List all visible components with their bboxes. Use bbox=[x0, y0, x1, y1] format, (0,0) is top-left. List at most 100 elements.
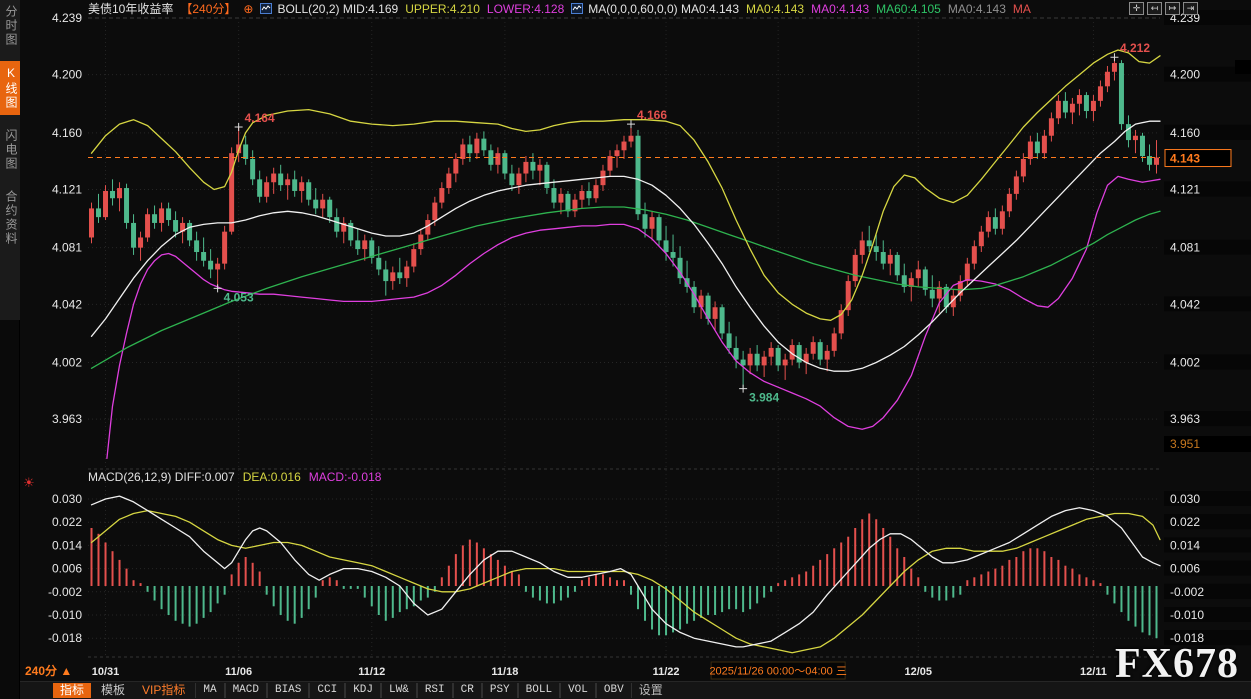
macd-tick-left: -0.002 bbox=[48, 585, 82, 599]
toolbar-item-boll[interactable]: BOLL bbox=[518, 683, 560, 698]
annotations: 4.164 4.053 4.166 3.984 4.212 bbox=[214, 41, 1151, 404]
period-label: 240分 ▲ bbox=[25, 663, 72, 678]
y-tick-right: 4.121 bbox=[1170, 183, 1200, 197]
x-tick-10/31: 10/31 bbox=[92, 666, 120, 678]
y-tick-left: 4.121 bbox=[52, 183, 82, 197]
macd-tick-right: 0.022 bbox=[1170, 515, 1200, 529]
chart-area: 4.2394.2394.2004.2004.1604.1604.1214.121… bbox=[20, 0, 1251, 699]
toolbar-item-macd[interactable]: MACD bbox=[225, 683, 267, 698]
header-seg-6: LOWER:4.128 bbox=[487, 2, 564, 16]
y-tick-left: 4.160 bbox=[52, 126, 82, 140]
macd-tick-left: 0.022 bbox=[52, 515, 82, 529]
header-seg-5: UPPER:4.210 bbox=[405, 2, 480, 16]
y-tick-right: 4.160 bbox=[1170, 126, 1200, 140]
scroll-right-icon[interactable]: ↦ bbox=[1165, 2, 1180, 15]
sidebar-tabs: 分时图 K线图闪电图合约资料 bbox=[0, 0, 20, 320]
toolbar-item-settings[interactable]: 设置 bbox=[632, 683, 670, 698]
header-seg-1: DEA:0.016 bbox=[243, 470, 301, 484]
scroll-left-icon[interactable]: ↤ bbox=[1147, 2, 1162, 15]
toolbar-item-obv[interactable]: OBV bbox=[596, 683, 632, 698]
toolbar-item-cr[interactable]: CR bbox=[453, 683, 482, 698]
header-seg-0: MACD(26,12,9) DIFF:0.007 bbox=[88, 470, 235, 484]
kline-chart-canvas[interactable]: 4.2394.2394.2004.2004.1604.1604.1214.121… bbox=[20, 0, 1251, 680]
toolbar-item-lwr[interactable]: LW& bbox=[381, 683, 417, 698]
go-latest-icon[interactable]: ⇥ bbox=[1183, 2, 1198, 15]
toolbar-item-kdj[interactable]: KDJ bbox=[345, 683, 381, 698]
header-seg-1: 【240分】 bbox=[180, 2, 236, 16]
pan-icon[interactable]: ✛ bbox=[1129, 2, 1144, 15]
x-tick-11/12: 11/12 bbox=[358, 666, 385, 678]
macd-tick-right: 0.014 bbox=[1170, 538, 1200, 552]
header-seg-2: MACD:-0.018 bbox=[309, 470, 382, 484]
boll-mid-line bbox=[92, 121, 1161, 371]
header-seg-9: MA0:4.143 bbox=[746, 2, 804, 16]
macd-tick-right: 0.006 bbox=[1170, 562, 1200, 576]
macd-tick-right: -0.010 bbox=[1170, 608, 1204, 622]
header-seg-12: MA0:4.143 bbox=[948, 2, 1006, 16]
toolbar-item-vol[interactable]: VOL bbox=[560, 683, 596, 698]
annotation-3.984: 3.984 bbox=[749, 391, 779, 405]
y-tick-right: 4.081 bbox=[1170, 241, 1200, 255]
annotation-4.212: 4.212 bbox=[1120, 41, 1150, 55]
x-tick-11/18: 11/18 bbox=[491, 666, 518, 678]
header-seg-0: 美债10年收益率 bbox=[88, 2, 173, 16]
y-tick-left: 4.042 bbox=[52, 297, 82, 311]
macd-header: MACD(26,12,9) DIFF:0.007 DEA:0.016 MACD:-0… bbox=[88, 470, 389, 485]
y-tick-right: 4.002 bbox=[1170, 355, 1200, 369]
y-tick-right: 3.963 bbox=[1170, 412, 1200, 426]
macd-tick-left: -0.010 bbox=[48, 608, 82, 622]
x-tick-12/05: 12/05 bbox=[905, 666, 933, 678]
candles-group bbox=[89, 57, 1159, 388]
sidebar-item-time-chart[interactable]: 分时图 bbox=[0, 0, 20, 52]
y-tick-right: 4.042 bbox=[1170, 297, 1200, 311]
y-tick-left: 4.239 bbox=[52, 11, 82, 25]
header-seg-10: MA0:4.143 bbox=[811, 2, 869, 16]
date-tooltip-label: 2025/11/26 00:00～04:00 三 bbox=[709, 666, 846, 678]
annotation-4.164: 4.164 bbox=[245, 111, 275, 125]
last-price-label: 4.143 bbox=[1170, 152, 1200, 166]
indicator-header: 美债10年收益率【240分】 ⊕ BOLL(20,2) MID:4.169 UPPER… bbox=[88, 1, 1038, 17]
macd-tick-left: -0.018 bbox=[48, 631, 82, 645]
header-seg-8: MA(0,0,0,60,0,0) MA0:4.143 bbox=[588, 2, 739, 16]
header-seg-13: MA bbox=[1013, 2, 1031, 16]
toolbar-item-indicators[interactable]: 指标 bbox=[53, 683, 91, 698]
x-tick-11/22: 11/22 bbox=[653, 666, 680, 678]
header-seg-4: BOLL(20,2) MID:4.169 bbox=[277, 2, 398, 16]
x-tick-11/06: 11/06 bbox=[225, 666, 252, 678]
toolbar-item-vip-indicators[interactable]: VIP指标 bbox=[135, 683, 192, 698]
ma60-line bbox=[92, 207, 1161, 368]
bottom-toolbar: 指标模板VIP指标MAMACDBIASCCIKDJLW&RSICRPSYBOLL… bbox=[20, 681, 1251, 699]
y-tick-left: 3.963 bbox=[52, 412, 82, 426]
sidebar-item-kline-chart[interactable]: K线图 bbox=[0, 61, 20, 115]
alert-sun-icon[interactable]: ☀ bbox=[23, 475, 35, 491]
sidebar-item-lightning-chart[interactable]: 闪电图 bbox=[0, 124, 20, 176]
lower-range-label: 3.951 bbox=[1170, 437, 1200, 451]
macd-tick-right: -0.002 bbox=[1170, 585, 1204, 599]
toolbar-item-templates[interactable]: 模板 bbox=[94, 683, 132, 698]
y-tick-left: 4.002 bbox=[52, 355, 82, 369]
add-indicator-icon[interactable]: ⊕ bbox=[243, 2, 253, 16]
boll-chart-icon bbox=[260, 2, 272, 18]
left-sidebar: 分时图 K线图闪电图合约资料 bbox=[0, 0, 20, 699]
y-tick-left: 4.081 bbox=[52, 241, 82, 255]
y-tick-left: 4.200 bbox=[52, 68, 82, 82]
toolbar-item-cci[interactable]: CCI bbox=[309, 683, 345, 698]
macd-tick-left: 0.030 bbox=[52, 492, 82, 506]
chart-tool-icons: ✛↤↦⇥ bbox=[1129, 2, 1198, 15]
macd-tick-right: 0.030 bbox=[1170, 492, 1200, 506]
toolbar-item-psy[interactable]: PSY bbox=[482, 683, 518, 698]
annotation-4.166: 4.166 bbox=[637, 108, 667, 122]
macd-tick-left: 0.014 bbox=[52, 538, 82, 552]
toolbar-item-ma[interactable]: MA bbox=[195, 683, 224, 698]
y-tick-right: 4.200 bbox=[1170, 68, 1200, 82]
annotation-4.053: 4.053 bbox=[224, 290, 254, 304]
macd-panel bbox=[92, 496, 1161, 653]
sidebar-item-contract-info[interactable]: 合约资料 bbox=[0, 185, 20, 251]
x-tick-12/11: 12/11 bbox=[1080, 666, 1107, 678]
macd-tick-left: 0.006 bbox=[52, 562, 82, 576]
fx678-watermark: FX678 bbox=[1115, 640, 1239, 688]
boll-upper-line bbox=[92, 50, 1161, 320]
toolbar-item-bias[interactable]: BIAS bbox=[267, 683, 309, 698]
toolbar-item-rsi[interactable]: RSI bbox=[417, 683, 453, 698]
header-seg-11: MA60:4.105 bbox=[876, 2, 941, 16]
